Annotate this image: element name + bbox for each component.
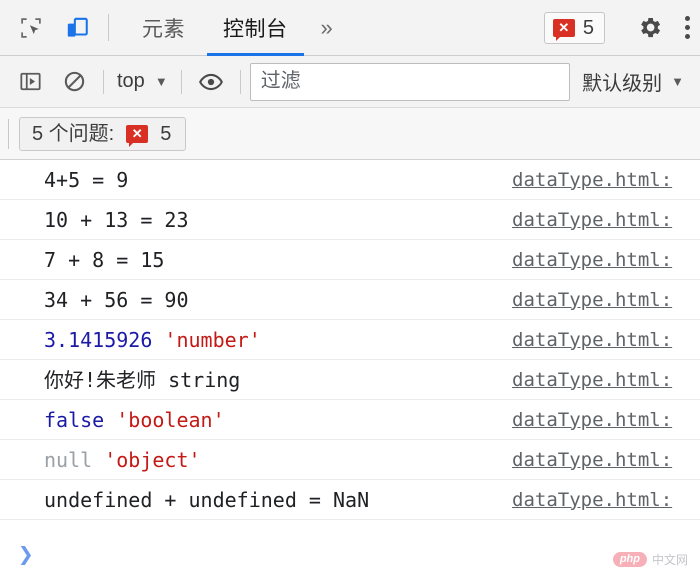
console-log-source-link[interactable]: dataType.html: — [496, 209, 700, 231]
toolbar-divider — [103, 69, 104, 94]
log-token-plain: 4+5 = 9 — [44, 167, 129, 192]
tabbar-divider — [108, 14, 109, 41]
console-log-source-link[interactable]: dataType.html: — [496, 489, 700, 511]
tab-elements-label: 元素 — [142, 17, 185, 41]
tab-elements[interactable]: 元素 — [123, 0, 204, 55]
kebab-menu-icon[interactable] — [672, 16, 700, 39]
log-token-plain: undefined + undefined = NaN — [44, 487, 370, 512]
console-log-source-link[interactable]: dataType.html: — [496, 329, 700, 351]
log-level-label: 默认级别 — [582, 73, 663, 95]
error-x-glyph: ✕ — [131, 126, 143, 141]
console-log-row[interactable]: 10 + 13 = 23 dataType.html: — [0, 200, 700, 240]
log-token-str: 'object' — [104, 447, 201, 472]
tab-list: 元素 控制台 » — [123, 0, 347, 56]
site-watermark: php 中文网 — [612, 551, 688, 568]
error-count-badge[interactable]: ✕ 5 — [543, 11, 605, 44]
console-log-row[interactable]: 7 + 8 = 15 dataType.html: — [0, 240, 700, 280]
console-log-row[interactable]: undefined + undefined = NaN dataType.html… — [0, 480, 700, 520]
log-token-plain — [92, 448, 104, 472]
gear-icon[interactable] — [626, 14, 672, 41]
error-count-label: 5 — [582, 16, 594, 39]
prompt-chevron-icon: ❯ — [18, 540, 34, 570]
console-log-message: 你好!朱老师 string — [44, 370, 240, 390]
log-token-plain: 7 + 8 = 15 — [44, 247, 165, 272]
log-token-str: 'number' — [164, 327, 261, 352]
problems-chip[interactable]: 5 个问题: ✕ 5 — [19, 116, 187, 151]
log-token-null: null — [44, 447, 93, 472]
console-log-source-link[interactable]: dataType.html: — [496, 449, 700, 471]
tab-console[interactable]: 控制台 — [204, 0, 307, 56]
console-log-message: 3.1415926 'number' — [44, 330, 261, 350]
console-log-message: null 'object' — [44, 450, 201, 470]
devtools-window: 元素 控制台 » ✕ 5 top ▼ 过滤 默认级别 ▼ 5 个问题: ✕ 5 … — [0, 0, 700, 578]
log-token-bool: false — [44, 407, 105, 432]
console-log-message: 10 + 13 = 23 — [44, 210, 189, 230]
console-log-row[interactable]: 34 + 56 = 90 dataType.html: — [0, 280, 700, 320]
error-bubble-icon: ✕ — [126, 124, 149, 147]
problems-label: 5 个问题: — [32, 122, 115, 145]
kebab-dot — [684, 25, 690, 30]
problems-error-count: 5 — [160, 122, 172, 145]
console-log-row[interactable]: false 'boolean' dataType.html: — [0, 400, 700, 440]
more-tabs-button[interactable]: » — [307, 0, 347, 55]
console-log-row[interactable]: 你好!朱老师 string dataType.html: — [0, 360, 700, 400]
console-log-source-link[interactable]: dataType.html: — [496, 409, 700, 431]
console-sidebar-icon[interactable] — [8, 62, 52, 102]
toolbar-divider — [239, 69, 241, 94]
log-token-plain: 34 + 56 = 90 — [44, 287, 189, 312]
log-token-plain: 你好!朱老师 string — [44, 367, 241, 392]
console-log-message: 4+5 = 9 — [44, 170, 128, 190]
log-token-plain: 10 + 13 = 23 — [44, 207, 189, 232]
console-log-list[interactable]: 4+5 = 9 dataType.html: 10 + 13 = 23 dataTyp… — [0, 160, 700, 532]
console-log-message: false 'boolean' — [44, 410, 225, 430]
filter-input[interactable] — [249, 62, 571, 101]
console-log-row[interactable]: null 'object' dataType.html: — [0, 440, 700, 480]
log-token-num: 3.1415926 — [44, 327, 153, 352]
log-level-selector[interactable]: 默认级别 ▼ — [576, 67, 692, 96]
log-token-plain — [152, 328, 164, 352]
tabbar-right-group: ✕ 5 — [543, 0, 700, 55]
error-bubble-icon: ✕ — [552, 18, 575, 41]
error-x-glyph: ✕ — [558, 20, 570, 35]
problems-divider — [8, 118, 9, 149]
console-toolbar: top ▼ 默认级别 ▼ — [0, 56, 700, 108]
devtools-tabbar: 元素 控制台 » ✕ 5 — [0, 0, 700, 56]
more-tabs-label: » — [320, 14, 333, 40]
context-selector[interactable]: top ▼ — [111, 70, 174, 93]
console-prompt[interactable]: ❯ — [0, 532, 700, 578]
console-log-source-link[interactable]: dataType.html: — [496, 369, 700, 391]
console-log-source-link[interactable]: dataType.html: — [496, 289, 700, 311]
live-expression-eye-icon[interactable] — [189, 62, 233, 102]
tab-console-label: 控制台 — [223, 17, 288, 41]
console-log-source-link[interactable]: dataType.html: — [496, 169, 700, 191]
device-toolbar-icon[interactable] — [54, 0, 100, 55]
console-log-row[interactable]: 3.1415926 'number' dataType.html: — [0, 320, 700, 360]
log-token-plain — [104, 408, 116, 432]
toolbar-divider — [180, 69, 182, 94]
console-log-message: 7 + 8 = 15 — [44, 250, 164, 270]
clear-console-icon[interactable] — [52, 62, 96, 102]
problems-bar: 5 个问题: ✕ 5 — [0, 108, 700, 160]
php-logo: php — [612, 551, 647, 568]
chevron-down-icon: ▼ — [154, 74, 168, 89]
kebab-dot — [684, 34, 690, 39]
context-selector-label: top — [117, 70, 145, 92]
kebab-dot — [684, 16, 690, 21]
inspect-element-icon[interactable] — [8, 0, 54, 55]
chevron-down-icon: ▼ — [671, 74, 684, 89]
console-log-message: undefined + undefined = NaN — [44, 490, 369, 510]
console-log-source-link[interactable]: dataType.html: — [496, 249, 700, 271]
log-token-str: 'boolean' — [116, 407, 225, 432]
watermark-text: 中文网 — [651, 553, 688, 567]
console-log-row[interactable]: 4+5 = 9 dataType.html: — [0, 160, 700, 200]
console-log-message: 34 + 56 = 90 — [44, 290, 189, 310]
